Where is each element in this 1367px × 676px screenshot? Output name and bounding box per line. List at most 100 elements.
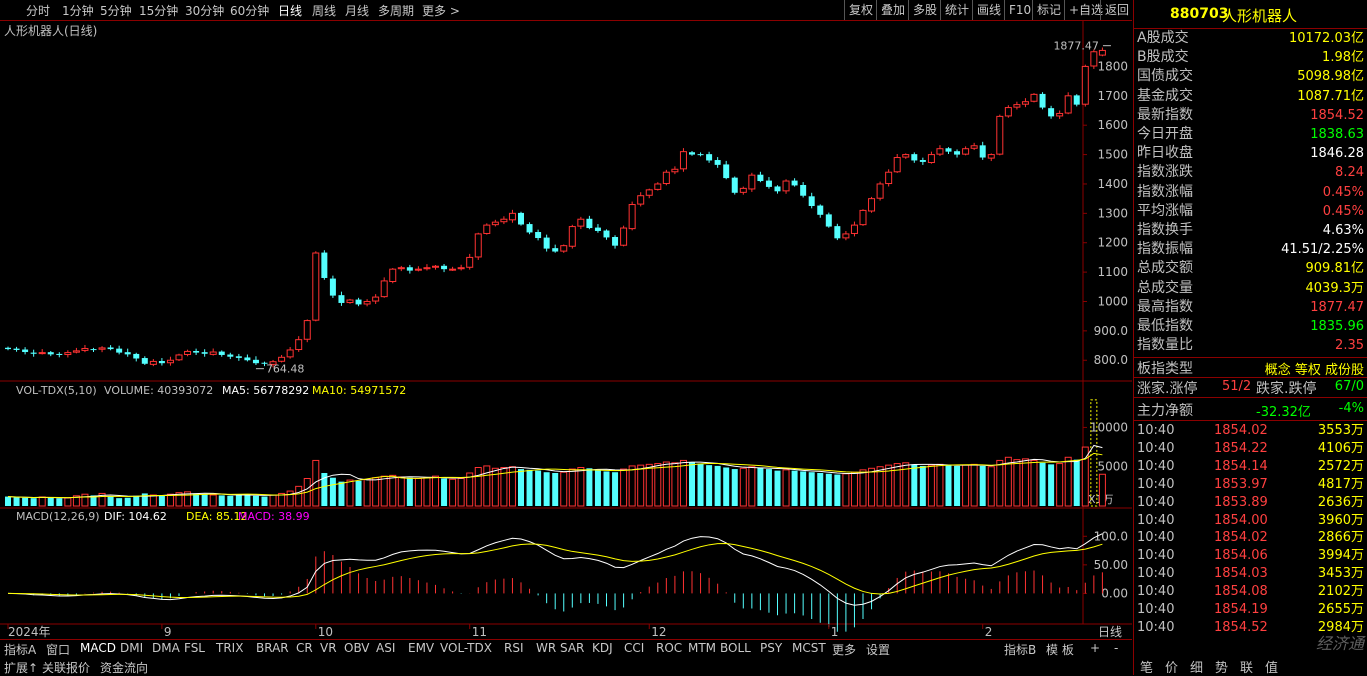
volume-bar bbox=[414, 478, 422, 507]
tick-row: 10:40 1854.02 2866万 bbox=[1134, 529, 1367, 547]
volume-bar bbox=[919, 465, 926, 506]
rise-value: 51/2 bbox=[1222, 379, 1252, 394]
volume-bar bbox=[987, 466, 995, 507]
candle-body bbox=[1098, 49, 1106, 56]
side-tab-4[interactable]: 势 bbox=[1215, 657, 1228, 676]
volume-bar bbox=[620, 468, 628, 507]
candle-body bbox=[397, 267, 405, 270]
indicator-boll[interactable]: BOLL bbox=[720, 641, 751, 655]
indicator-brar[interactable]: BRAR bbox=[256, 641, 289, 655]
indicator-trix[interactable]: TRIX bbox=[216, 641, 243, 655]
stat-label: 基金成交 bbox=[1137, 87, 1193, 104]
side-tab-3[interactable]: 细 bbox=[1190, 657, 1203, 676]
volume-bar bbox=[842, 473, 850, 507]
bottom-row-tab-1[interactable]: 扩展↑ bbox=[4, 659, 38, 676]
volume-bar bbox=[449, 478, 457, 507]
side-tab-6[interactable]: 值 bbox=[1265, 657, 1278, 676]
indicator-mcst[interactable]: MCST bbox=[792, 641, 826, 655]
stat-value: 4039.3万 bbox=[1305, 280, 1365, 296]
stat-value: 1835.96 bbox=[1310, 319, 1364, 334]
rise-label: 涨家.涨停 bbox=[1137, 381, 1198, 397]
add-panel-button[interactable]: + bbox=[1090, 641, 1100, 655]
indicator-sar[interactable]: SAR bbox=[560, 641, 584, 655]
candle-body bbox=[338, 295, 345, 303]
volume-bar bbox=[645, 463, 653, 507]
volume-bar bbox=[389, 474, 397, 507]
remove-panel-button[interactable]: - bbox=[1114, 641, 1118, 655]
indicator-emv[interactable]: EMV bbox=[408, 641, 434, 655]
indicator-item-24[interactable]: 设置 bbox=[866, 641, 890, 658]
candle-body bbox=[414, 268, 422, 271]
indicator-wr[interactable]: WR bbox=[536, 641, 556, 655]
candle-body bbox=[116, 348, 123, 353]
indicator-rsi[interactable]: RSI bbox=[504, 641, 524, 655]
indicator-dmi[interactable]: DMI bbox=[120, 641, 143, 655]
volume-bar bbox=[1030, 459, 1038, 507]
price-tick-label: 1000 bbox=[1097, 294, 1128, 308]
macd-header: MACD(12,26,9) DIF: 104.62 DEA: 85.12MACD: … bbox=[16, 510, 310, 523]
side-tab-1[interactable]: 笔 bbox=[1140, 657, 1153, 676]
indicator-vr[interactable]: VR bbox=[320, 641, 337, 655]
indicator-tab-a[interactable]: 指标A bbox=[4, 641, 36, 658]
bottom-row-tab-3[interactable]: 资金流向 bbox=[100, 659, 148, 676]
indicator-macd[interactable]: MACD bbox=[80, 641, 116, 655]
candle-body bbox=[637, 195, 645, 205]
tick-volume: 2636万 bbox=[1317, 494, 1364, 510]
indicator-roc[interactable]: ROC bbox=[656, 641, 682, 655]
indicator-tab-b[interactable]: 指标B bbox=[1004, 641, 1036, 658]
volume-header: VOL-TDX(5,10) VOLUME: 40393072 MA5: 567782… bbox=[16, 384, 406, 397]
stat-value: 0.45% bbox=[1322, 184, 1364, 200]
indicator-item-23[interactable]: 更多 bbox=[832, 641, 856, 658]
indicator-dma[interactable]: DMA bbox=[152, 641, 180, 655]
tick-price: 1854.06 bbox=[1214, 548, 1268, 564]
side-tab-5[interactable]: 联 bbox=[1240, 657, 1253, 676]
candle-body bbox=[474, 233, 482, 258]
date-tick-label: 2 bbox=[985, 625, 993, 639]
tick-volume: 3453万 bbox=[1317, 566, 1364, 582]
indicator-kdj[interactable]: KDJ bbox=[592, 641, 613, 655]
indicator-obv[interactable]: OBV bbox=[344, 641, 370, 655]
stat-value: 8.24 bbox=[1335, 165, 1364, 181]
indicator-cci[interactable]: CCI bbox=[624, 641, 644, 655]
side-tab-2[interactable]: 价 bbox=[1165, 657, 1178, 676]
candle-body bbox=[201, 352, 208, 354]
chart-area: 人形机器人(日线) 800.0 900.0 1000 1100 1200 1300 1400… bbox=[0, 21, 1132, 639]
tick-row: 10:40 1853.89 2636万 bbox=[1134, 494, 1367, 512]
indicator-vol-tdx[interactable]: VOL-TDX bbox=[440, 641, 492, 655]
stat-row: 最高指数 1877.47 bbox=[1134, 298, 1367, 317]
candle-body bbox=[603, 230, 610, 238]
price-tick-label: 800.0 bbox=[1094, 353, 1128, 367]
template-button[interactable]: 模 板 bbox=[1046, 641, 1074, 658]
indicator-fsl[interactable]: FSL bbox=[184, 641, 205, 655]
tick-volume: 2866万 bbox=[1317, 530, 1364, 546]
bottom-row-tab-2[interactable]: 关联报价 bbox=[42, 659, 90, 676]
candle-body bbox=[731, 177, 738, 193]
indicator-psy[interactable]: PSY bbox=[760, 641, 782, 655]
indicator-item-0[interactable]: 窗口 bbox=[46, 641, 70, 658]
volume-bar bbox=[791, 470, 798, 506]
candle-body bbox=[586, 218, 593, 229]
candle-body bbox=[962, 148, 970, 155]
stat-value: 4.63% bbox=[1322, 223, 1364, 238]
candle-body bbox=[56, 353, 63, 355]
indicator-mtm[interactable]: MTM bbox=[688, 641, 716, 655]
volume-bar bbox=[979, 465, 986, 506]
tick-time: 10:40 bbox=[1137, 602, 1175, 617]
candle-body bbox=[466, 256, 474, 268]
stat-label: 平均涨幅 bbox=[1137, 202, 1193, 219]
indicator-cr[interactable]: CR bbox=[296, 641, 313, 655]
price-tick-label: 1100 bbox=[1097, 265, 1128, 279]
volume-bar bbox=[518, 469, 524, 506]
tick-price: 1854.02 bbox=[1214, 423, 1268, 438]
volume-bar bbox=[535, 470, 542, 506]
volume-bar bbox=[594, 469, 601, 506]
candle-body bbox=[808, 196, 815, 206]
candle-body bbox=[671, 168, 679, 173]
tick-time: 10:40 bbox=[1137, 512, 1175, 528]
stat-label: 昨日收盘 bbox=[1137, 145, 1193, 162]
indicator-asi[interactable]: ASI bbox=[376, 641, 395, 655]
volume-bar bbox=[628, 465, 636, 507]
tick-time: 10:40 bbox=[1137, 530, 1175, 546]
stat-label: 指数涨幅 bbox=[1137, 183, 1193, 200]
quote-panel: 880703 人形机器人 A股成交 10172.03亿 B股成交 1.98亿 国债成交 5… bbox=[1133, 0, 1367, 676]
